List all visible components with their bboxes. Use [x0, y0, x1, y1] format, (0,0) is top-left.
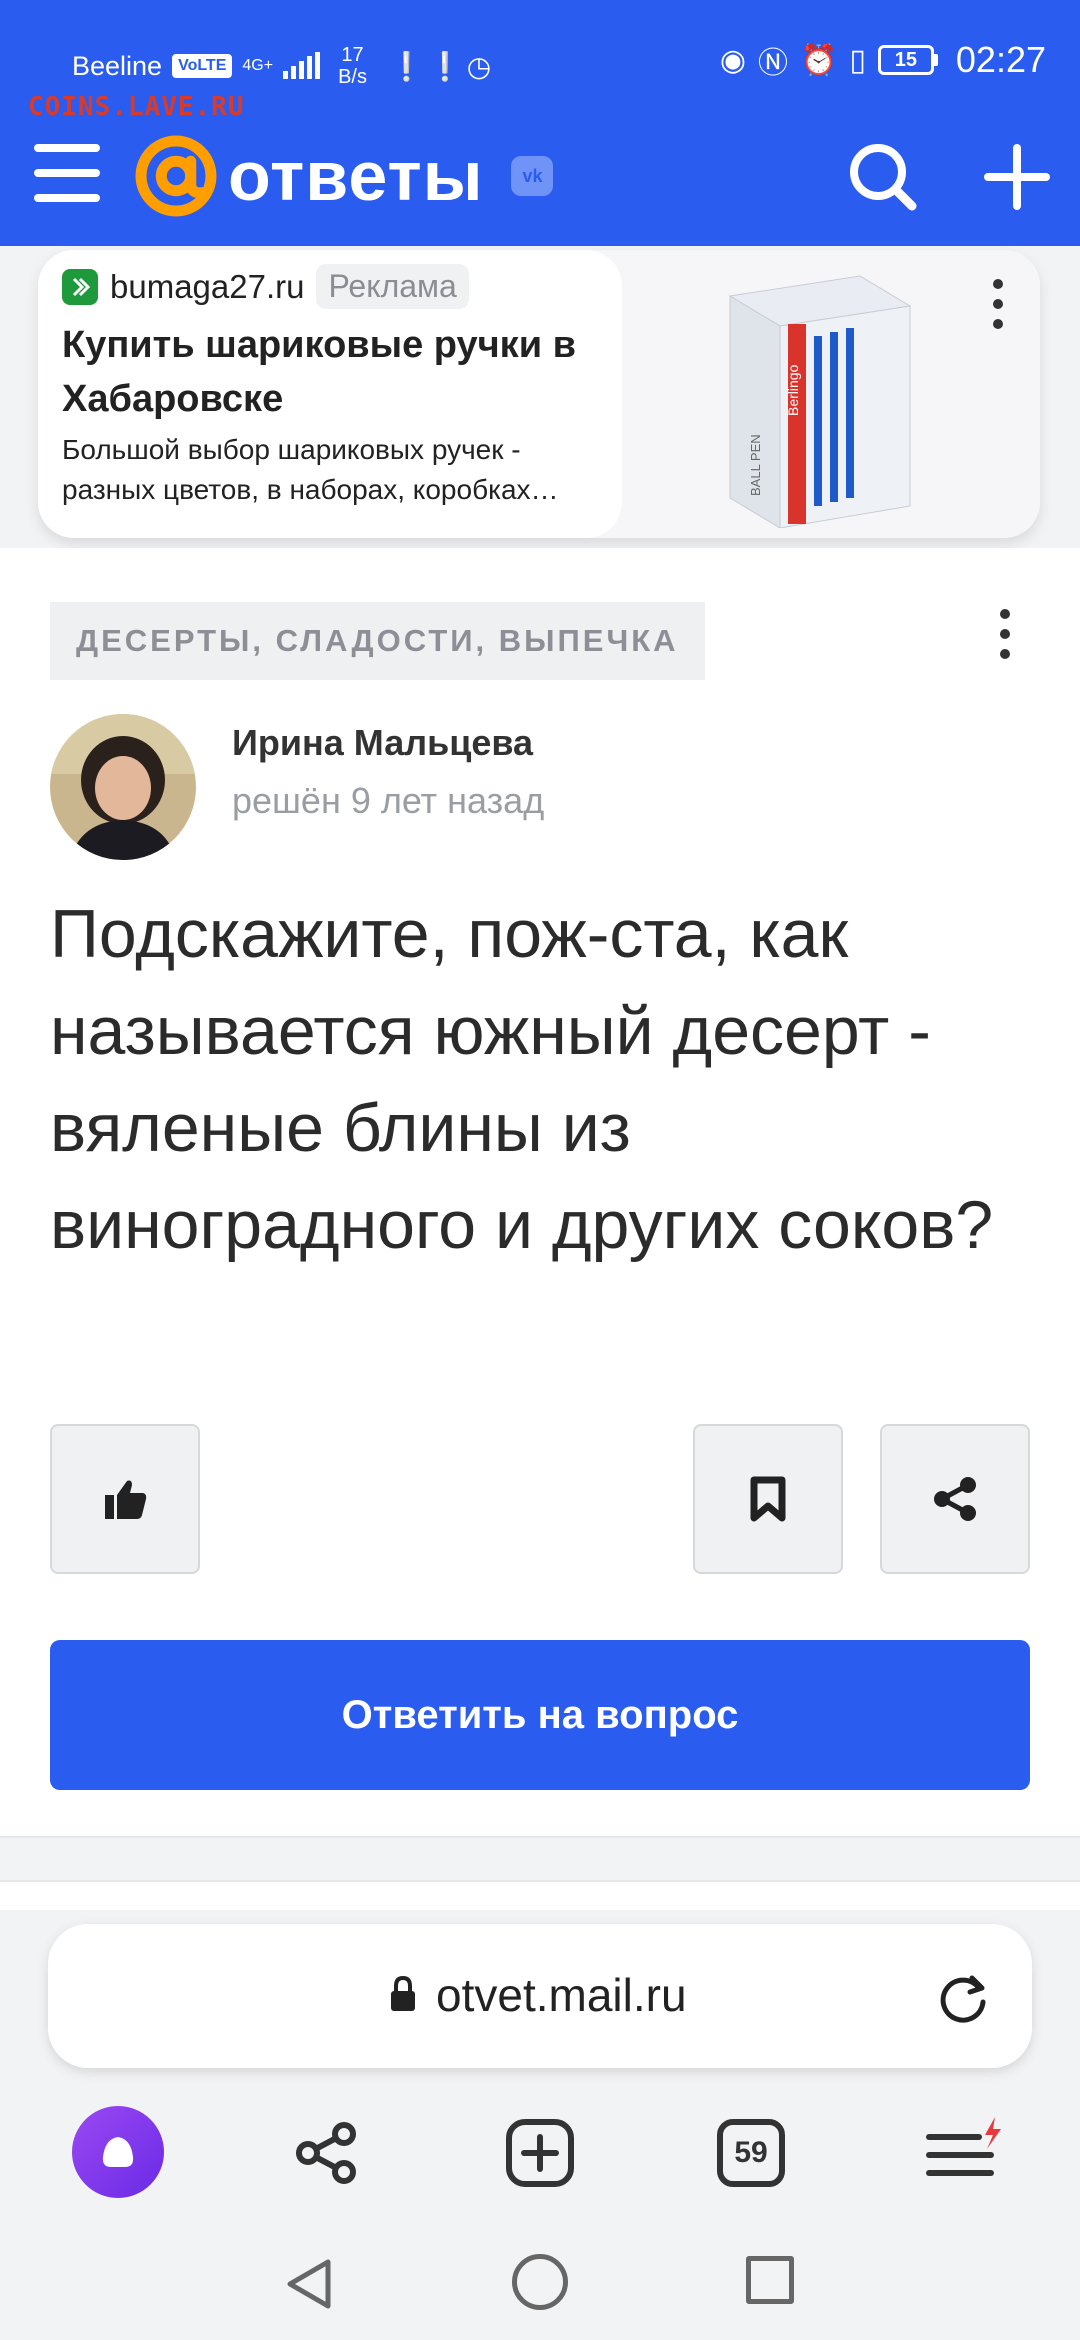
network-speed-value: 17	[341, 44, 364, 66]
avatar[interactable]	[50, 714, 196, 860]
pen-box-image: Berlingo BALL PEN	[728, 275, 912, 528]
network-speed-unit: B/s	[338, 66, 367, 88]
ad-source: bumaga27.ru Реклама	[62, 264, 469, 309]
browser-toolbar: 59	[0, 2098, 1080, 2208]
bookmark-button[interactable]	[693, 1424, 843, 1574]
menu-icon[interactable]	[34, 144, 100, 204]
site-favicon-icon	[62, 268, 98, 305]
home-icon[interactable]	[512, 2254, 568, 2310]
product-name: BALL PEN	[748, 434, 763, 496]
next-card	[0, 1880, 1080, 1910]
system-navigation	[0, 2228, 1080, 2340]
battery-icon: 15	[877, 45, 938, 75]
ad-description: Большой выбор шариковых ручек - разных ц…	[62, 434, 559, 505]
mail-at-icon	[135, 135, 217, 217]
clock: 02:27	[955, 39, 1046, 80]
ad-title[interactable]: Купить шариковые ручки в Хабаровске	[62, 318, 602, 426]
volte-badge: VoLTE	[172, 54, 233, 78]
new-tab-icon[interactable]	[495, 2108, 585, 2198]
signal-icon	[283, 52, 321, 79]
question-status: решён 9 лет назад	[232, 780, 545, 821]
share-button[interactable]	[880, 1424, 1030, 1574]
status-left: Beeline VoLTE 4G+ 17 B/s ❕❕◷	[72, 44, 495, 88]
alice-icon[interactable]	[72, 2106, 164, 2198]
search-icon[interactable]	[846, 140, 918, 212]
question-title: Подскажите, пож-ста, как называется южны…	[50, 896, 994, 1263]
otvety-logo[interactable]: ответы vk	[130, 130, 554, 222]
tabs-icon[interactable]: 59	[706, 2108, 796, 2198]
share-icon[interactable]	[282, 2108, 372, 2198]
carrier-name: Beeline	[72, 50, 163, 81]
share-icon	[934, 1477, 976, 1521]
ad-banner: Berlingo BALL PEN bumaga27.ru Реклама Ку…	[0, 246, 1080, 548]
status-right: ◉ Ⓝ ⏰ ▯ 15 02:27	[720, 38, 1046, 82]
browser-menu-icon[interactable]	[918, 2108, 1008, 2198]
bookmark-icon	[750, 1476, 786, 1522]
url-text[interactable]: otvet.mail.ru	[436, 1968, 687, 2022]
more-vertical-icon[interactable]	[978, 274, 1018, 334]
network-type: 4G+	[242, 57, 274, 74]
vk-badge: vk	[511, 156, 554, 196]
battery-level: 15	[877, 45, 934, 75]
app-header: ответы vk	[0, 120, 1080, 246]
alarm-icon: ⏰	[800, 43, 838, 77]
category-tag[interactable]: ДЕСЕРТЫ, СЛАДОСТИ, ВЫПЕЧКА	[50, 602, 705, 680]
recents-icon[interactable]	[746, 2256, 794, 2304]
plus-icon[interactable]	[984, 144, 1050, 210]
more-vertical-icon[interactable]	[985, 604, 1025, 664]
watermark: COINS.LAVE.RU	[28, 92, 245, 122]
logo-text: ответы	[228, 137, 484, 215]
author-name[interactable]: Ирина Мальцева	[232, 722, 533, 764]
tabs-count: 59	[717, 2119, 785, 2187]
ad-label: Реклама	[316, 264, 469, 309]
like-button[interactable]	[50, 1424, 200, 1574]
reload-icon[interactable]	[934, 1968, 992, 2026]
ad-text: bumaga27.ru Реклама Купить шариковые руч…	[38, 250, 622, 538]
nfc-icon: Ⓝ	[758, 47, 789, 80]
answer-button[interactable]: Ответить на вопрос	[50, 1640, 1030, 1790]
thumbs-up-icon	[105, 1480, 147, 1519]
network-speed: 17 B/s	[338, 44, 367, 88]
question-card: ДЕСЕРТЫ, СЛАДОСТИ, ВЫПЕЧКА Ирина Мальцев…	[0, 548, 1080, 1838]
vibrate-icon: ▯	[849, 43, 866, 77]
product-brand: Berlingo	[785, 364, 801, 416]
notification-icons: ❕❕◷	[388, 50, 496, 82]
eye-icon: ◉	[719, 43, 747, 77]
top-bar: Beeline VoLTE 4G+ 17 B/s ❕❕◷ ◉ Ⓝ ⏰ ▯ 15 …	[0, 0, 1080, 246]
lock-icon	[391, 1975, 415, 2011]
ad-domain[interactable]: bumaga27.ru	[110, 268, 304, 306]
ad-card[interactable]: Berlingo BALL PEN bumaga27.ru Реклама Ку…	[38, 250, 1040, 538]
back-icon[interactable]	[282, 2256, 334, 2312]
address-bar[interactable]: otvet.mail.ru	[48, 1924, 1032, 2068]
